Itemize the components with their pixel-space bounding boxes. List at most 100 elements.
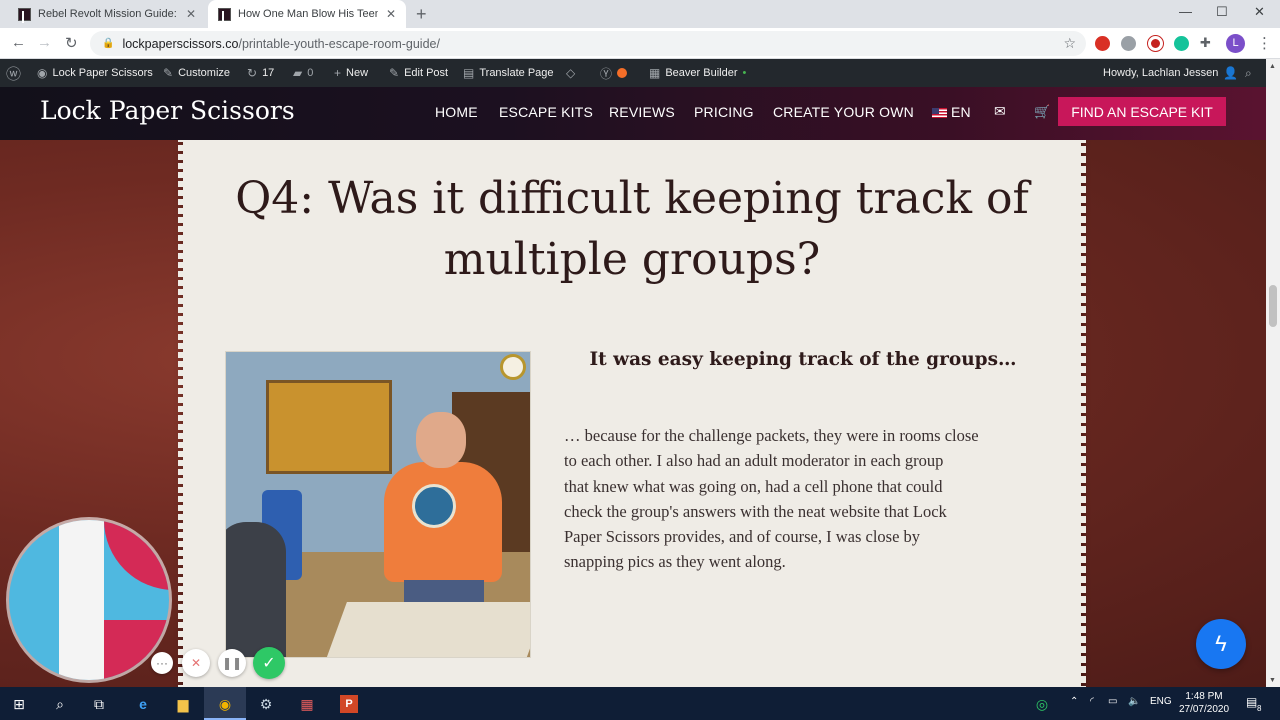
admin-site-name[interactable]: ◉ Lock Paper Scissors bbox=[37, 59, 153, 87]
yoast-icon[interactable]: Ⓨ bbox=[600, 59, 628, 87]
file-explorer-icon[interactable]: ▆ bbox=[174, 695, 192, 713]
recorder-webcam-bubble[interactable] bbox=[9, 520, 169, 680]
back-arrow-icon[interactable]: ← bbox=[11, 34, 26, 51]
body-line: Paper Scissors provides, and of course, … bbox=[564, 527, 921, 547]
admin-updates-count: 17 bbox=[262, 67, 275, 79]
diamond-plugin-icon[interactable]: ◇ bbox=[566, 59, 575, 87]
site-favicon-icon bbox=[218, 7, 231, 21]
input-language[interactable]: ENG bbox=[1150, 696, 1172, 707]
recorder-pause-icon[interactable]: ❚❚ bbox=[218, 649, 246, 677]
tray-chevron-up-icon[interactable]: ⌃ bbox=[1070, 696, 1078, 707]
nav-pricing[interactable]: PRICING bbox=[694, 104, 754, 120]
translate-icon: ▤ bbox=[463, 66, 475, 80]
page-scrollbar[interactable]: ▲ ▼ bbox=[1266, 59, 1280, 687]
admin-updates[interactable]: ↻ 17 bbox=[247, 59, 274, 87]
admin-translate-page[interactable]: ▤ Translate Page bbox=[463, 59, 554, 87]
admin-translate-label: Translate Page bbox=[479, 67, 554, 79]
extension-red-icon[interactable] bbox=[1095, 36, 1110, 51]
chrome-icon[interactable]: ◉ bbox=[216, 695, 234, 713]
body-line: that knew what was going on, had a cell … bbox=[564, 476, 943, 496]
status-dot-icon: • bbox=[742, 67, 747, 79]
recorder-cancel-icon[interactable]: ✕ bbox=[182, 649, 210, 677]
admin-account[interactable]: Howdy, Lachlan Jessen 👤 bbox=[1103, 59, 1238, 87]
scrollbar-thumb[interactable] bbox=[1269, 285, 1277, 327]
minimize-icon[interactable]: — bbox=[1179, 4, 1192, 19]
scroll-down-arrow-icon[interactable]: ▼ bbox=[1269, 677, 1276, 684]
language-switcher[interactable]: EN bbox=[932, 104, 971, 120]
winrar-icon[interactable]: ▦ bbox=[298, 695, 316, 713]
recorder-tray-icon[interactable]: ◎ bbox=[1033, 695, 1051, 713]
page-background: Q4: Was it difficult keeping track of mu… bbox=[0, 140, 1266, 687]
new-tab-plus-icon[interactable]: + bbox=[416, 4, 427, 25]
site-logo[interactable]: Lock Paper Scissors bbox=[40, 96, 295, 125]
clock-time: 1:48 PM bbox=[1185, 691, 1223, 702]
url-path: /printable-youth-escape-room-guide/ bbox=[238, 36, 440, 51]
tab-close-icon[interactable]: ✕ bbox=[186, 7, 196, 21]
battery-icon[interactable]: ▭ bbox=[1108, 696, 1117, 707]
heading-line-2: multiple groups? bbox=[443, 234, 821, 285]
envelope-icon[interactable]: ✉ bbox=[994, 103, 1006, 120]
action-center-icon[interactable]: ▤ bbox=[1246, 695, 1257, 709]
windows-start-icon[interactable]: ⊞ bbox=[10, 695, 28, 713]
cork-board bbox=[266, 380, 392, 474]
admin-edit-post[interactable]: ✎ Edit Post bbox=[389, 59, 448, 87]
recorder-finish-check-icon[interactable]: ✓ bbox=[253, 647, 285, 679]
tab-title: How One Man Blow His Teen Yo bbox=[238, 8, 378, 20]
browser-tab-rebel-revolt[interactable]: Rebel Revolt Mission Guide: Chal ✕ bbox=[8, 0, 206, 28]
extensions-puzzle-icon[interactable]: ✚ bbox=[1200, 35, 1211, 51]
admin-comments-count: 0 bbox=[307, 67, 314, 79]
admin-comments[interactable]: ▰ 0 bbox=[293, 59, 313, 87]
comment-bubble-icon: ▰ bbox=[293, 66, 303, 80]
task-view-icon[interactable]: ⧉ bbox=[90, 695, 108, 713]
body-line: to each other. I also had an adult moder… bbox=[564, 451, 944, 471]
maximize-icon[interactable]: ☐ bbox=[1216, 4, 1228, 20]
reload-icon[interactable]: ↻ bbox=[65, 34, 78, 52]
wp-admin-bar: ⓦ ◉ Lock Paper Scissors ✎ Customize ↻ 17 ▰ 0… bbox=[0, 59, 1280, 87]
messenger-chat-icon[interactable]: ϟ bbox=[1196, 619, 1246, 669]
extension-target-icon[interactable] bbox=[1148, 36, 1163, 51]
notification-count: 8 bbox=[1257, 704, 1262, 713]
window-close-icon[interactable]: ✕ bbox=[1254, 4, 1265, 20]
admin-beaver-builder[interactable]: ▦ Beaver Builder • bbox=[649, 59, 746, 87]
address-bar[interactable]: 🔒 lockpaperscissors.co/printable-youth-e… bbox=[90, 31, 1086, 56]
tab-title: Rebel Revolt Mission Guide: Chal bbox=[38, 8, 178, 20]
content-paper: Q4: Was it difficult keeping track of mu… bbox=[178, 140, 1086, 687]
recorder-more-icon[interactable]: ··· bbox=[151, 652, 173, 674]
wordpress-logo-icon[interactable]: ⓦ bbox=[6, 59, 21, 87]
pencil-icon: ✎ bbox=[389, 66, 400, 80]
find-escape-kit-button[interactable]: FIND AN ESCAPE KIT bbox=[1058, 97, 1226, 126]
profile-avatar[interactable]: L bbox=[1226, 34, 1245, 53]
grammarly-icon[interactable] bbox=[1174, 36, 1189, 51]
scroll-up-arrow-icon[interactable]: ▲ bbox=[1269, 63, 1276, 70]
bookmark-star-icon[interactable]: ☆ bbox=[1063, 35, 1076, 52]
powerpoint-icon[interactable]: P bbox=[340, 695, 358, 713]
browser-tab-active[interactable]: How One Man Blow His Teen Yo ✕ bbox=[208, 0, 406, 28]
wifi-icon[interactable]: ◜ bbox=[1090, 696, 1094, 707]
tab-close-icon[interactable]: ✕ bbox=[386, 7, 396, 21]
forward-arrow-icon[interactable]: → bbox=[37, 34, 52, 51]
padlock-icon: 🔒 bbox=[102, 38, 115, 49]
nav-create-your-own[interactable]: CREATE YOUR OWN bbox=[773, 104, 914, 120]
browser-menu-icon[interactable]: ⋮ bbox=[1257, 34, 1272, 52]
cart-icon[interactable]: 🛒 bbox=[1034, 104, 1050, 120]
admin-search-icon[interactable]: ⌕ bbox=[1245, 59, 1252, 87]
dashboard-icon: ◉ bbox=[37, 66, 48, 80]
admin-customize-label: Customize bbox=[178, 67, 231, 79]
admin-new[interactable]: + New bbox=[334, 59, 368, 87]
windows-taskbar: ⊞ ⌕ ⧉ e ▆ ◉ ⚙ ▦ P ◎ ⌃ ◜ ▭ 🔈 ENG 1:48 PM … bbox=[0, 687, 1280, 720]
volume-icon[interactable]: 🔈 bbox=[1128, 696, 1140, 707]
nav-escape-kits[interactable]: ESCAPE KITS bbox=[499, 104, 593, 120]
us-flag-icon bbox=[932, 108, 947, 118]
site-favicon-icon bbox=[18, 7, 31, 21]
steam-icon[interactable]: ⚙ bbox=[257, 695, 275, 713]
system-clock[interactable]: 1:48 PM 27/07/2020 bbox=[1172, 690, 1236, 716]
builder-icon: ▦ bbox=[649, 66, 661, 80]
answer-body: … because for the challenge packets, the… bbox=[564, 423, 1054, 575]
admin-customize[interactable]: ✎ Customize bbox=[163, 59, 230, 87]
nav-home[interactable]: HOME bbox=[435, 104, 478, 120]
nav-reviews[interactable]: REVIEWS bbox=[609, 104, 675, 120]
extension-cloud-icon[interactable] bbox=[1121, 36, 1136, 51]
edge-browser-icon[interactable]: e bbox=[134, 695, 152, 713]
brush-icon: ✎ bbox=[163, 66, 174, 80]
taskbar-search-icon[interactable]: ⌕ bbox=[51, 695, 69, 713]
